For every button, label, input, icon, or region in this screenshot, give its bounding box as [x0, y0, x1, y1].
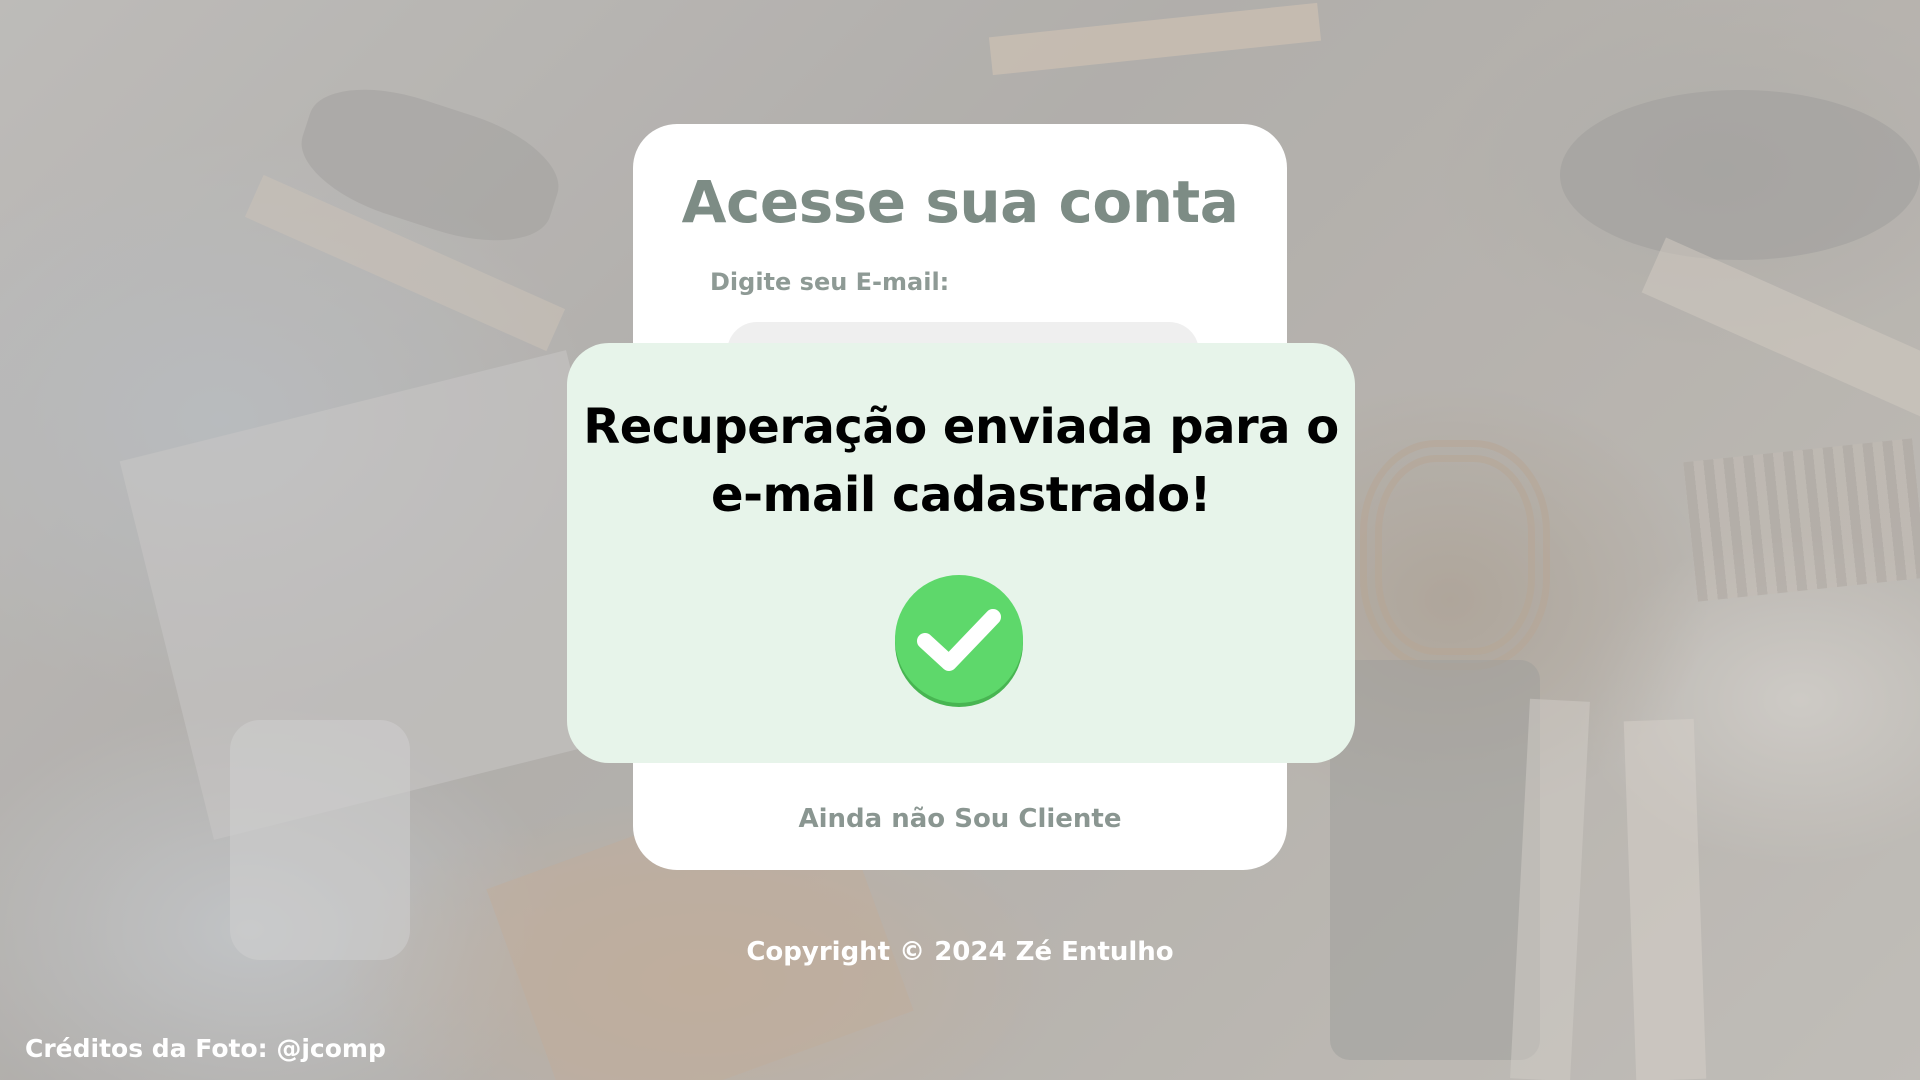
copyright-text: Copyright © 2024 Zé Entulho: [746, 937, 1174, 967]
check-circle-icon: [895, 575, 1023, 703]
success-modal: Recuperação enviada para o e-mail cadast…: [567, 343, 1355, 763]
success-message: Recuperação enviada para o e-mail cadast…: [583, 399, 1339, 523]
photo-credit: Créditos da Foto: @jcomp: [25, 1034, 386, 1063]
signup-link[interactable]: Ainda não Sou Cliente: [633, 804, 1287, 834]
email-label: Digite seu E-mail:: [710, 268, 950, 296]
page-title: Acesse sua conta: [681, 168, 1239, 236]
